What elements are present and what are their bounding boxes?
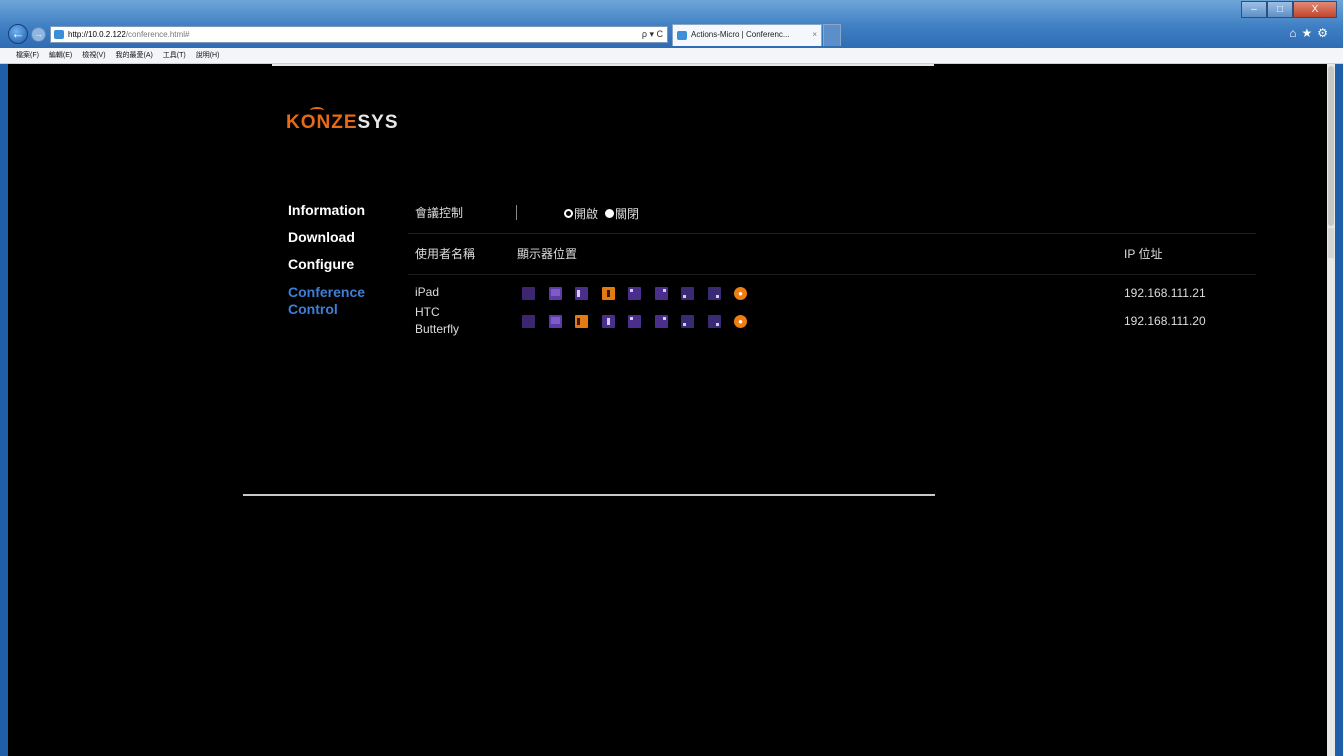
nav-configure[interactable]: Configure — [288, 256, 354, 273]
url-path: /conference.html# — [125, 30, 190, 39]
title-bar: – □ X ← → http://10.0.2.122/conference.h… — [0, 0, 1343, 48]
radio-on-indicator[interactable] — [564, 209, 573, 218]
display-slot-4-icon[interactable] — [601, 287, 615, 300]
table-row-name-line2: Butterfly — [415, 322, 460, 336]
display-slot-5-icon[interactable] — [628, 287, 641, 300]
konzesys-logo: KONZESYS — [286, 107, 399, 134]
radio-off-indicator[interactable] — [605, 209, 614, 218]
new-tab-button[interactable] — [823, 24, 841, 46]
nav-information[interactable]: Information — [288, 202, 365, 219]
bottom-divider — [243, 494, 935, 496]
slot-marker-icon — [577, 290, 580, 297]
star-icon[interactable]: ★ — [1301, 26, 1317, 40]
status-icon[interactable]: ● — [734, 315, 747, 328]
menu-bar: 檔案(F) 編輯(E) 檢視(V) 我的最愛(A) 工具(T) 說明(H) — [0, 48, 1343, 64]
slot-marker-icon — [630, 289, 633, 292]
slot-marker-icon — [683, 323, 686, 326]
browser-window: – □ X ← → http://10.0.2.122/conference.h… — [0, 0, 1343, 756]
search-refresh-icon[interactable]: ρ ▾ C — [642, 27, 663, 42]
menu-tools[interactable]: 工具(T) — [163, 52, 186, 59]
table-row-name: HTC Butterfly — [415, 304, 459, 338]
slot-marker-icon — [715, 295, 719, 298]
column-header-ip: IP 位址 — [1124, 247, 1163, 261]
display-slot-8-icon[interactable] — [707, 315, 721, 328]
table-row-name: iPad — [415, 285, 440, 299]
window-frame-left — [0, 64, 8, 756]
menu-help[interactable]: 說明(H) — [196, 52, 220, 59]
slot-marker-icon — [550, 289, 560, 296]
tab-title: Actions-Micro | Conferenc... — [691, 30, 790, 39]
maximize-button[interactable]: □ — [1267, 1, 1293, 18]
scrollbar-thumb[interactable] — [1328, 66, 1334, 226]
table-row-ip: 192.168.111.21 — [1124, 286, 1206, 300]
page-favicon-icon — [54, 30, 64, 39]
display-slot-7-icon[interactable] — [681, 287, 694, 300]
display-slots: ● — [522, 315, 747, 328]
nav-conference-control[interactable]: Conference Control — [288, 284, 365, 318]
menu-file[interactable]: 檔案(F) — [16, 52, 39, 59]
slot-marker-icon — [630, 317, 633, 320]
display-slot-3-icon[interactable] — [575, 287, 588, 300]
slot-marker-icon — [683, 295, 686, 298]
radio-off-label: 關閉 — [615, 207, 640, 221]
display-slots: ● — [522, 287, 747, 300]
signal-icon — [310, 107, 324, 114]
display-slot-2-icon[interactable] — [548, 287, 562, 300]
column-header-user: 使用者名稱 — [415, 247, 476, 261]
menu-favorites[interactable]: 我的最愛(A) — [116, 52, 153, 59]
url-host: http://10.0.2.122 — [68, 30, 126, 39]
menu-edit[interactable]: 編輯(E) — [49, 52, 72, 59]
scrollbar-track-segment — [1328, 228, 1334, 258]
display-slot-1-icon[interactable] — [522, 287, 535, 300]
divider — [408, 233, 1256, 234]
table-row-ip: 192.168.111.20 — [1124, 314, 1206, 328]
slot-marker-icon — [662, 317, 666, 320]
display-slot-6-icon[interactable] — [654, 287, 668, 300]
conference-control-label: 會議控制 — [415, 206, 464, 220]
radio-on[interactable]: 開啟 — [564, 205, 598, 222]
back-button[interactable]: ← — [8, 24, 28, 44]
page-content: KONZESYS Information Download Configure … — [8, 64, 1335, 756]
browser-nav-icons: ⌂★⚙ — [1289, 26, 1333, 40]
home-icon[interactable]: ⌂ — [1289, 26, 1301, 40]
tab-conference[interactable]: Actions-Micro | Conferenc... × — [672, 24, 822, 46]
nav-download[interactable]: Download — [288, 229, 355, 246]
divider — [408, 274, 1256, 275]
slot-marker-icon — [606, 318, 610, 325]
slot-marker-icon — [606, 290, 610, 297]
table-row-name-line1: HTC — [415, 305, 440, 319]
gear-icon[interactable]: ⚙ — [1317, 26, 1333, 40]
header-separator — [516, 205, 517, 220]
status-icon[interactable]: ● — [734, 287, 747, 300]
minimize-button[interactable]: – — [1241, 1, 1267, 18]
window-controls: – □ X — [1241, 1, 1337, 18]
display-slot-1-icon[interactable] — [522, 315, 535, 328]
display-slot-5-icon[interactable] — [628, 315, 641, 328]
menu-view[interactable]: 檢視(V) — [82, 52, 105, 59]
radio-on-label: 開啟 — [574, 207, 599, 221]
scrollbar[interactable] — [1327, 64, 1335, 756]
display-slot-4-icon[interactable] — [601, 315, 615, 328]
slot-marker-icon — [550, 317, 560, 324]
display-slot-7-icon[interactable] — [681, 315, 694, 328]
nav-conference-label: Conference — [288, 284, 366, 300]
forward-button[interactable]: → — [31, 27, 46, 42]
display-slot-8-icon[interactable] — [707, 287, 721, 300]
display-slot-3-icon[interactable] — [575, 315, 588, 328]
slot-marker-icon — [662, 289, 666, 292]
radio-off[interactable]: 關閉 — [605, 205, 639, 222]
top-divider — [272, 64, 934, 66]
display-slot-6-icon[interactable] — [654, 315, 668, 328]
slot-marker-icon — [715, 323, 719, 326]
slot-marker-icon — [577, 318, 580, 325]
tab-close-icon[interactable]: × — [812, 25, 817, 45]
address-bar[interactable]: http://10.0.2.122/conference.html# ρ ▾ C — [50, 26, 668, 43]
column-header-display: 顯示器位置 — [517, 247, 578, 261]
display-slot-2-icon[interactable] — [548, 315, 562, 328]
close-window-button[interactable]: X — [1293, 1, 1337, 18]
tab-favicon-icon — [677, 31, 687, 40]
nav-control-label: Control — [288, 301, 338, 317]
